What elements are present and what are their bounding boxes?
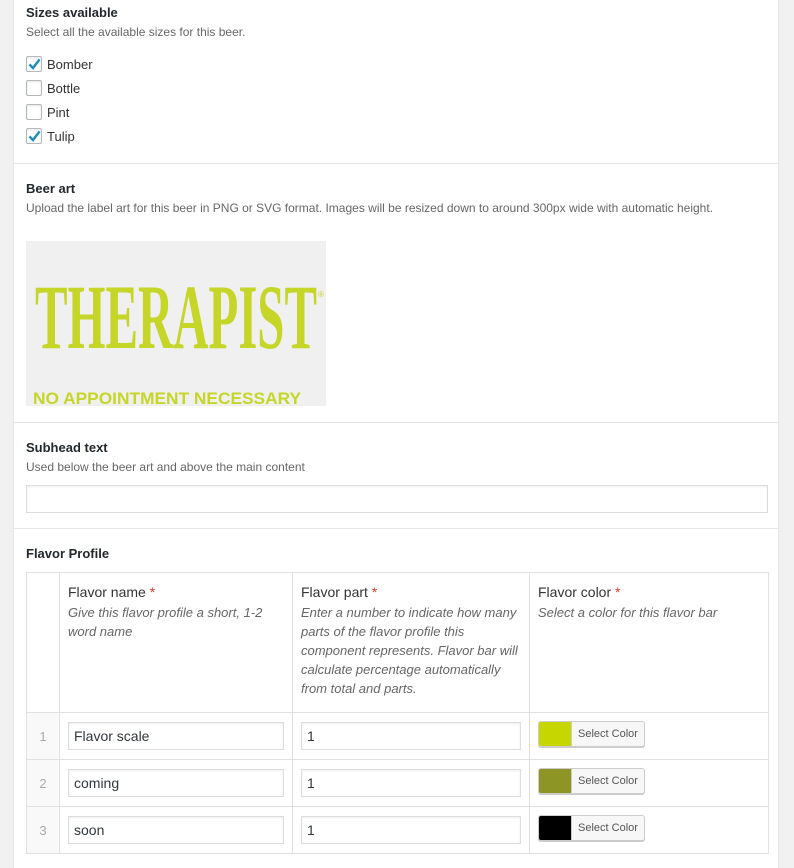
flavor-name-column-header: Flavor name * Give this flavor profile a… bbox=[59, 572, 293, 713]
row-order-handle[interactable]: 3 bbox=[26, 806, 60, 854]
row-order-handle[interactable]: 2 bbox=[26, 759, 60, 807]
required-mark: * bbox=[149, 584, 156, 600]
select-color-label: Select Color bbox=[571, 769, 644, 793]
checkmark-icon bbox=[28, 58, 40, 70]
flavor-profile-table: Flavor name * Give this flavor profile a… bbox=[26, 572, 769, 854]
order-column-header bbox=[26, 572, 60, 713]
flavor-name-input[interactable]: coming bbox=[68, 769, 284, 797]
select-color-button[interactable]: Select Color bbox=[538, 721, 645, 747]
table-row: 3 soon 1 Select Color bbox=[26, 806, 769, 854]
size-checkbox[interactable] bbox=[26, 56, 42, 72]
size-option-pint[interactable]: Pint bbox=[26, 102, 69, 122]
flavor-part-header-label: Flavor part bbox=[301, 584, 368, 600]
select-color-button[interactable]: Select Color bbox=[538, 815, 645, 841]
size-option-bottle[interactable]: Bottle bbox=[26, 78, 80, 98]
flavor-profile-label: Flavor Profile bbox=[26, 546, 110, 561]
flavor-part-column-header: Flavor part * Enter a number to indicate… bbox=[292, 572, 530, 713]
flavor-part-cell: 1 bbox=[292, 806, 530, 854]
sizes-label: Sizes available bbox=[26, 5, 118, 20]
size-option-label: Tulip bbox=[47, 128, 75, 144]
beer-art-description: Upload the label art for this beer in PN… bbox=[26, 201, 714, 215]
art-registered-mark: ® bbox=[318, 290, 324, 299]
flavor-rows: 1 Flavor scale 1 Select Color 2 coming 1 Select… bbox=[26, 712, 769, 854]
size-checkbox[interactable] bbox=[26, 80, 42, 96]
flavor-color-cell: Select Color bbox=[529, 712, 769, 760]
flavor-color-column-header: Flavor color * Select a color for this f… bbox=[529, 572, 769, 713]
flavor-part-cell: 1 bbox=[292, 712, 530, 760]
size-option-label: Bottle bbox=[47, 80, 81, 96]
size-option-label: Pint bbox=[47, 104, 70, 120]
flavor-color-header-label: Flavor color bbox=[538, 584, 612, 600]
color-swatch bbox=[539, 769, 571, 793]
color-swatch bbox=[539, 816, 571, 840]
color-swatch bbox=[539, 722, 571, 746]
sizes-description: Select all the available sizes for this … bbox=[26, 25, 246, 39]
subhead-input[interactable] bbox=[26, 485, 768, 513]
beer-art-label: Beer art bbox=[26, 181, 76, 196]
art-tagline-text: NO APPOINTMENT NECESSARY bbox=[33, 389, 302, 406]
flavor-color-instructions: Select a color for this flavor bar bbox=[538, 605, 718, 620]
flavor-color-cell: Select Color bbox=[529, 759, 769, 807]
flavor-name-cell: coming bbox=[59, 759, 293, 807]
flavor-part-instructions: Enter a number to indicate how many part… bbox=[301, 605, 518, 696]
flavor-name-instructions: Give this flavor profile a short, 1-2 wo… bbox=[68, 605, 263, 639]
custom-fields-panel: Sizes available Select all the available… bbox=[13, 0, 779, 868]
table-header-row: Flavor name * Give this flavor profile a… bbox=[26, 572, 769, 713]
flavor-part-input[interactable]: 1 bbox=[301, 816, 521, 844]
flavor-part-input[interactable]: 1 bbox=[301, 769, 521, 797]
flavor-part-cell: 1 bbox=[292, 759, 530, 807]
flavor-name-input[interactable]: Flavor scale bbox=[68, 722, 284, 750]
select-color-label: Select Color bbox=[571, 722, 644, 746]
flavor-name-header-label: Flavor name bbox=[68, 584, 146, 600]
flavor-name-cell: Flavor scale bbox=[59, 712, 293, 760]
select-color-button[interactable]: Select Color bbox=[538, 768, 645, 794]
select-color-label: Select Color bbox=[571, 816, 644, 840]
flavor-color-cell: Select Color bbox=[529, 806, 769, 854]
sizes-field: Sizes available Select all the available… bbox=[14, 0, 778, 163]
required-mark: * bbox=[371, 584, 378, 600]
size-option-label: Bomber bbox=[47, 56, 93, 72]
subhead-description: Used below the beer art and above the ma… bbox=[26, 460, 305, 474]
size-checkbox[interactable] bbox=[26, 104, 42, 120]
table-row: 1 Flavor scale 1 Select Color bbox=[26, 712, 769, 760]
required-mark: * bbox=[615, 584, 621, 600]
flavor-part-input[interactable]: 1 bbox=[301, 722, 521, 750]
subhead-label: Subhead text bbox=[26, 440, 108, 455]
size-option-tulip[interactable]: Tulip bbox=[26, 126, 75, 146]
checkmark-icon bbox=[28, 130, 40, 142]
size-option-bomber[interactable]: Bomber bbox=[26, 54, 93, 74]
flavor-name-input[interactable]: soon bbox=[68, 816, 284, 844]
flavor-name-cell: soon bbox=[59, 806, 293, 854]
beer-art-image[interactable]: THERAPIST ® NO APPOINTMENT NECESSARY bbox=[26, 241, 326, 408]
therapist-label-art: THERAPIST ® NO APPOINTMENT NECESSARY bbox=[33, 265, 324, 408]
size-checkbox[interactable] bbox=[26, 128, 42, 144]
art-title-text: THERAPIST bbox=[35, 265, 317, 368]
table-row: 2 coming 1 Select Color bbox=[26, 759, 769, 807]
row-order-handle[interactable]: 1 bbox=[26, 712, 60, 760]
